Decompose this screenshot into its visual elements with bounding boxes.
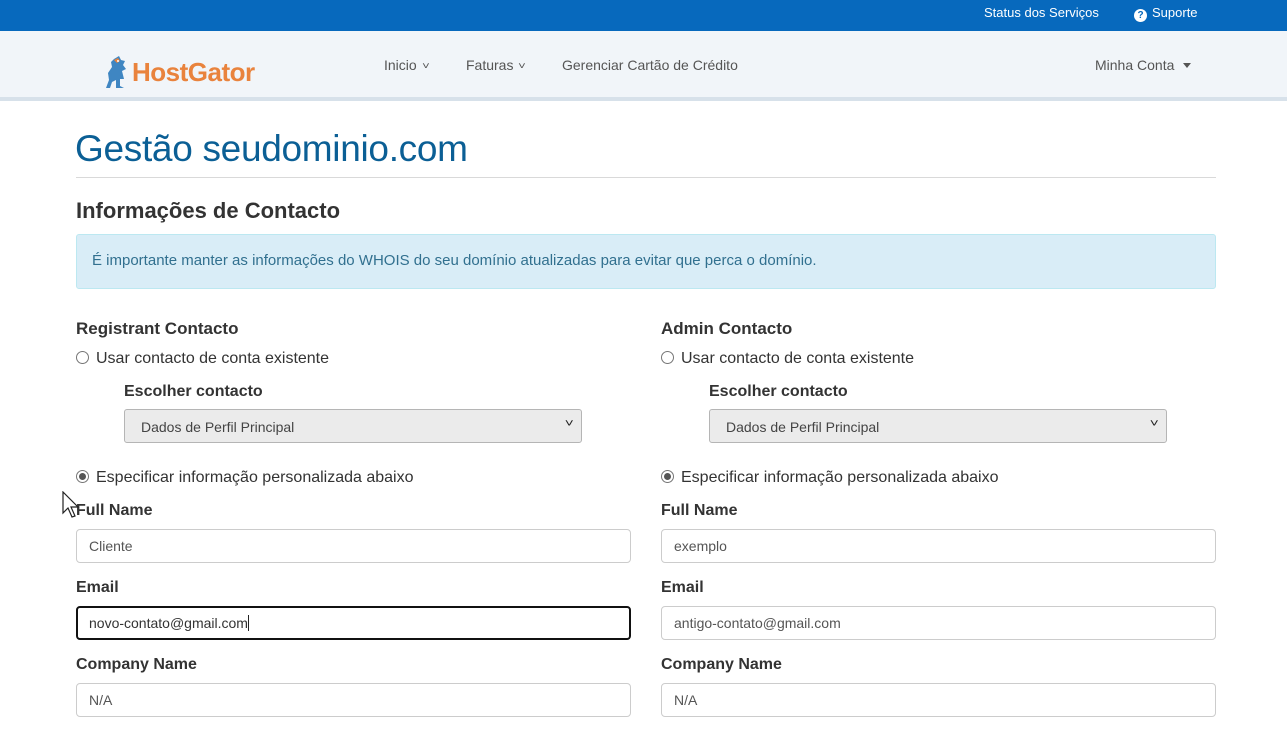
admin-existing-option[interactable]: Usar contacto de conta existente bbox=[661, 350, 914, 368]
chevron-down-icon: ˅ bbox=[564, 418, 574, 430]
admin-email-label: Email bbox=[661, 579, 704, 596]
admin-custom-option[interactable]: Especificar informação personalizada aba… bbox=[661, 469, 999, 487]
registrant-company-label: Company Name bbox=[76, 656, 197, 673]
registrant-email-input[interactable]: novo-contato@gmail.com bbox=[76, 606, 631, 640]
admin-full-name-input[interactable]: exemplo bbox=[661, 529, 1216, 563]
registrant-contact-select[interactable]: Dados de Perfil Principal ˅ bbox=[124, 409, 582, 443]
email-input-value: novo-contato@gmail.com bbox=[89, 615, 248, 631]
registrant-custom-option[interactable]: Especificar informação personalizada aba… bbox=[76, 469, 414, 487]
radio-label: Usar contacto de conta existente bbox=[681, 350, 915, 367]
radio-button[interactable] bbox=[76, 351, 89, 364]
radio-label: Especificar informação personalizada aba… bbox=[681, 469, 999, 486]
registrant-full-name-input[interactable]: Cliente bbox=[76, 529, 631, 563]
registrant-contact-column: Registrant Contacto Usar contacto de con… bbox=[76, 0, 631, 729]
admin-full-name-label: Full Name bbox=[661, 502, 738, 519]
select-value: Dados de Perfil Principal bbox=[726, 419, 880, 435]
select-value: Dados de Perfil Principal bbox=[141, 419, 295, 435]
admin-company-input[interactable]: N/A bbox=[661, 683, 1216, 717]
chevron-down-icon: ˅ bbox=[1149, 418, 1159, 430]
admin-contact-column: Admin Contacto Usar contacto de conta ex… bbox=[661, 0, 1216, 729]
admin-heading: Admin Contacto bbox=[661, 319, 793, 338]
registrant-full-name-label: Full Name bbox=[76, 502, 153, 519]
radio-label: Especificar informação personalizada aba… bbox=[96, 469, 414, 486]
registrant-heading: Registrant Contacto bbox=[76, 319, 239, 338]
radio-button[interactable] bbox=[661, 351, 674, 364]
registrant-email-label: Email bbox=[76, 579, 119, 596]
mouse-pointer-icon bbox=[62, 491, 80, 518]
admin-contact-select[interactable]: Dados de Perfil Principal ˅ bbox=[709, 409, 1167, 443]
admin-choose-label: Escolher contacto bbox=[709, 383, 848, 400]
radio-button-checked[interactable] bbox=[661, 470, 674, 483]
radio-button-checked[interactable] bbox=[76, 470, 89, 483]
registrant-existing-option[interactable]: Usar contacto de conta existente bbox=[76, 350, 329, 368]
admin-email-input[interactable]: antigo-contato@gmail.com bbox=[661, 606, 1216, 640]
radio-label: Usar contacto de conta existente bbox=[96, 350, 330, 367]
registrant-choose-label: Escolher contacto bbox=[124, 383, 263, 400]
text-cursor bbox=[247, 615, 249, 631]
admin-company-label: Company Name bbox=[661, 656, 782, 673]
registrant-company-input[interactable]: N/A bbox=[76, 683, 631, 717]
